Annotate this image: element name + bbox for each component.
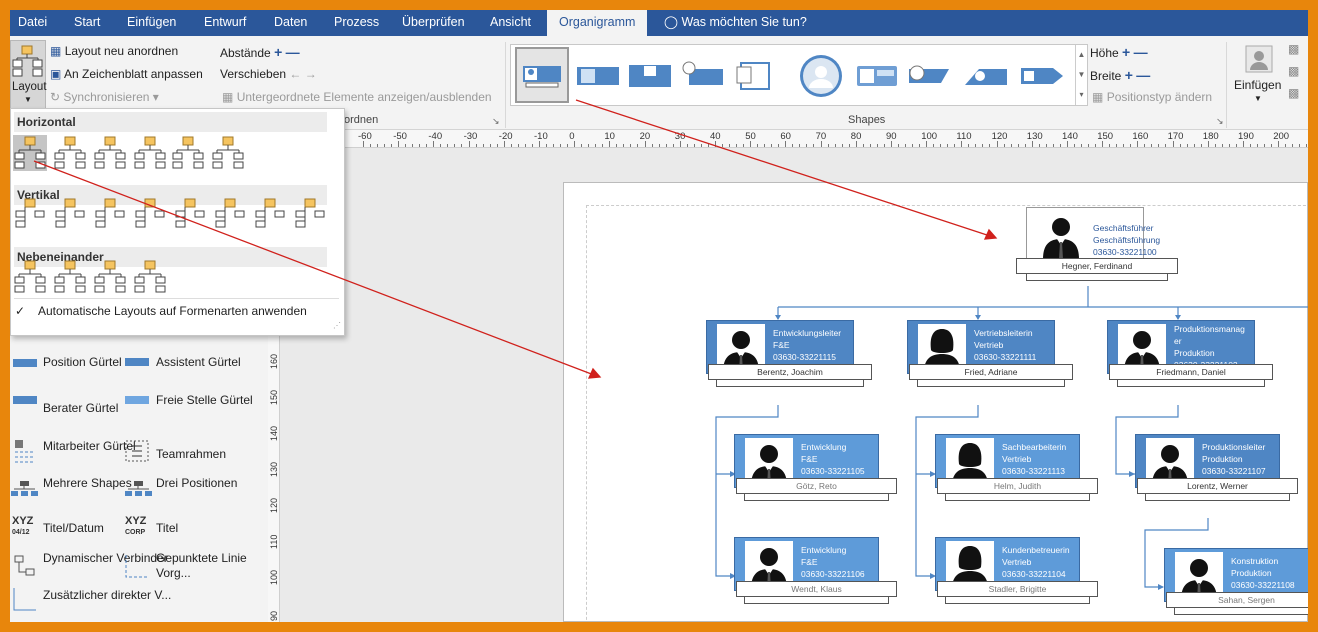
annotation-arrow-head bbox=[587, 367, 602, 379]
annotation-arrows bbox=[33, 99, 998, 379]
annotation-arrow-head bbox=[983, 228, 998, 240]
annotation-arrow bbox=[575, 99, 991, 237]
visio-window: Datei Start Einfügen Entwurf Daten Proze… bbox=[10, 10, 1308, 622]
annotation-arrow bbox=[33, 160, 595, 376]
